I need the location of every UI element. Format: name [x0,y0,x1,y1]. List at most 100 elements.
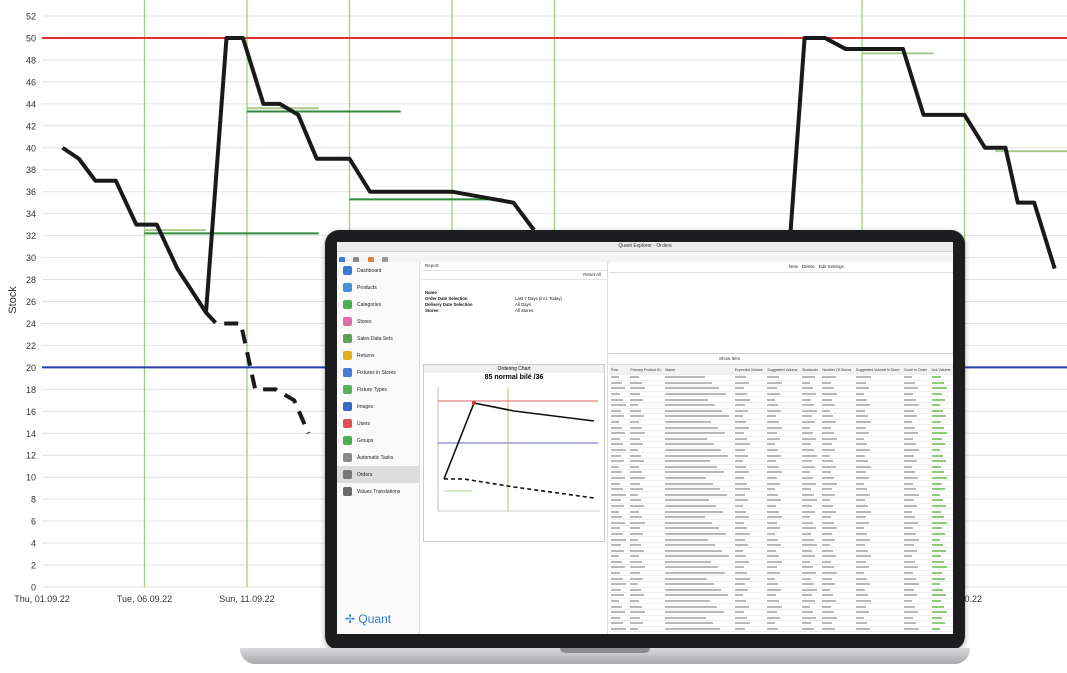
sidebar-item-images[interactable]: Images [337,398,419,415]
cell-placeholder [630,510,640,513]
cell-placeholder [611,577,623,580]
column-header[interactable]: Suggested Volume in Store [853,365,903,375]
cell-placeholder [665,465,718,468]
cell-placeholder [855,611,869,614]
cell-placeholder [904,577,917,580]
cell-placeholder [802,482,817,485]
column-header[interactable]: Suggested Volume [765,365,801,375]
cell-placeholder [665,493,728,496]
column-header[interactable]: Number Of Stores [820,365,854,375]
sidebar-item-groups[interactable]: Groups [337,432,419,449]
cell-placeholder [611,443,623,446]
cell-placeholder [931,611,947,614]
cell-placeholder [931,516,944,519]
cell-placeholder [931,555,941,558]
cell-placeholder [904,510,913,513]
cell-placeholder [734,577,750,580]
cell-placeholder [802,398,812,401]
column-header[interactable]: Ack Volume [929,365,953,375]
cell-placeholder [931,560,944,563]
cell-placeholder [855,560,866,563]
cell-placeholder [734,421,746,424]
cell-placeholder [767,387,778,390]
cell-placeholder [822,600,837,603]
cell-placeholder [611,616,620,619]
nav-icon [343,453,352,462]
cell-placeholder [855,549,868,552]
cell-placeholder [822,628,836,631]
table-cell [609,631,629,634]
cell-placeholder [611,594,624,597]
sidebar-item-automatic-tasks[interactable]: Automatic Tasks [337,449,419,466]
sidebar-item-values-translations[interactable]: Values Translations [337,483,419,500]
sidebar-item-returns[interactable]: Returns [337,347,419,364]
table-row[interactable] [609,631,953,634]
cell-placeholder [630,393,641,396]
cell-placeholder [822,560,832,563]
cell-placeholder [665,622,714,625]
cell-placeholder [822,544,831,547]
cell-placeholder [611,488,623,491]
cell-placeholder [734,476,744,479]
cell-placeholder [665,566,719,569]
cell-placeholder [802,376,816,379]
cell-placeholder [611,432,625,435]
delete-button[interactable]: Delete [802,264,815,269]
cell-placeholder [802,387,814,390]
column-header[interactable]: Stockouts [800,365,821,375]
sidebar-item-stores[interactable]: Stores [337,313,419,330]
cell-placeholder [931,449,940,452]
sidebar-item-sales-data-sets[interactable]: Sales Data Sets [337,330,419,347]
cell-placeholder [611,398,623,401]
column-header[interactable]: Row [609,365,629,375]
cell-placeholder [822,443,833,446]
y-tick-label: 30 [26,253,36,263]
table-cell [663,430,733,437]
cell-placeholder [767,476,778,479]
cell-placeholder [630,404,639,407]
cell-placeholder [734,432,744,435]
column-header[interactable]: Done in Order [902,365,930,375]
edit-settings-button[interactable]: Edit Settings [819,264,844,269]
cell-placeholder [855,628,870,631]
cell-placeholder [665,449,722,452]
cell-placeholder [822,393,838,396]
cell-placeholder [802,476,814,479]
cell-placeholder [767,482,781,485]
cell-placeholder [665,628,721,631]
show-item-button[interactable]: Show Item [719,356,740,361]
column-header[interactable]: Name [663,365,733,375]
cell-placeholder [665,482,714,485]
laptop-notch [560,648,650,653]
cell-placeholder [904,521,919,524]
column-header[interactable]: Expected Volume [732,365,766,375]
cell-placeholder [665,437,708,440]
cell-placeholder [767,588,782,591]
sidebar-item-products[interactable]: Products [337,279,419,296]
cell-placeholder [822,527,838,530]
sidebar-item-dashboard[interactable]: Dashboard [337,262,419,279]
sidebar-item-fixtures-in-stores[interactable]: Fixtures in Stores [337,364,419,381]
cell-placeholder [665,600,711,603]
cell-placeholder [767,404,779,407]
param-row[interactable]: Stores All Stores [421,308,607,314]
sidebar-item-users[interactable]: Users [337,415,419,432]
cell-placeholder [855,421,871,424]
reset-all-button[interactable]: Reset All [421,271,607,280]
cell-placeholder [822,454,831,457]
ordering-chart-title: Ordering Chart [424,365,604,373]
new-button[interactable]: New [789,264,798,269]
y-tick-label: 6 [31,517,36,527]
stock-curve [443,402,595,480]
cell-placeholder [630,572,641,575]
cell-placeholder [767,600,780,603]
cell-placeholder [931,583,940,586]
sidebar-item-fixture-types[interactable]: Fixture Types [337,381,419,398]
sidebar-item-categories[interactable]: Categories [337,296,419,313]
table-cell [663,609,733,616]
cell-placeholder [802,499,818,502]
sidebar-item-label: Stores [357,318,372,325]
column-header[interactable]: Primary Product ID [628,365,664,375]
sidebar-item-orders[interactable]: Orders [337,466,419,483]
cell-placeholder [767,560,783,563]
